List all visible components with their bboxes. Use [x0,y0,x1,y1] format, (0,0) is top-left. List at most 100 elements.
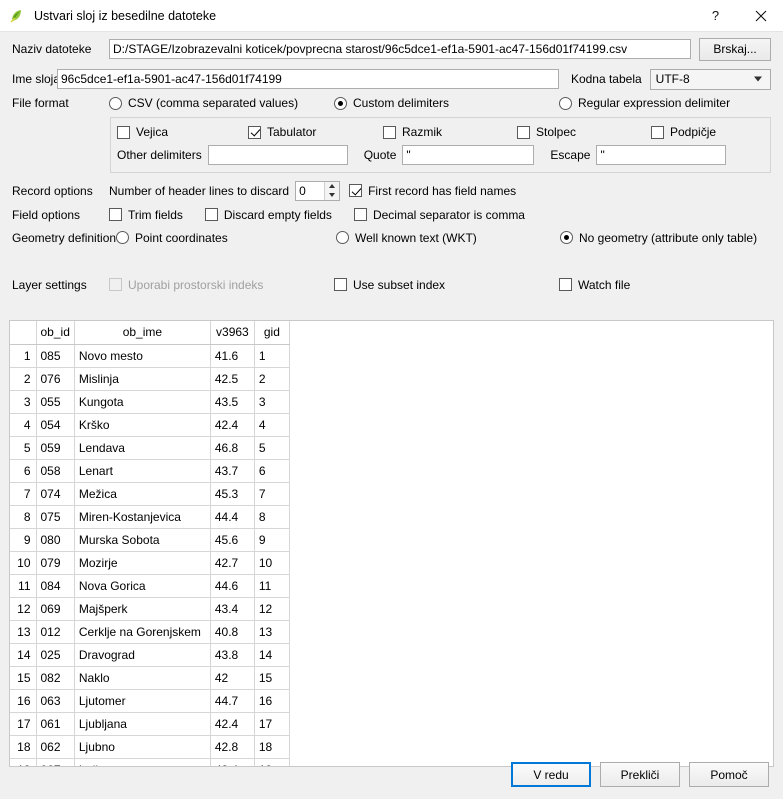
checkbox-comma[interactable]: Vejica [117,125,248,139]
table-header-v3963[interactable]: v3963 [210,321,255,345]
row-number[interactable]: 1 [10,344,37,368]
cell-ob-id[interactable]: 084 [36,574,75,598]
cell-v3963[interactable]: 42.4 [210,413,255,437]
cell-v3963[interactable]: 44.7 [210,689,255,713]
cell-ob-ime[interactable]: Miren-Kostanjevica [74,505,211,529]
cell-gid[interactable]: 15 [254,666,290,690]
checkbox-trim-fields[interactable]: Trim fields [109,208,183,222]
cell-v3963[interactable]: 41.6 [210,344,255,368]
row-number[interactable]: 14 [10,643,37,667]
table-row[interactable]: 1 085 Novo mesto 41.6 1 [10,344,290,368]
cell-ob-ime[interactable]: Krško [74,413,211,437]
cell-gid[interactable]: 18 [254,735,290,759]
cell-gid[interactable]: 12 [254,597,290,621]
cell-ob-id[interactable]: 025 [36,643,75,667]
cell-gid[interactable]: 17 [254,712,290,736]
row-number[interactable]: 10 [10,551,37,575]
row-number[interactable]: 16 [10,689,37,713]
cell-v3963[interactable]: 42.5 [210,367,255,391]
table-row[interactable]: 6 058 Lenart 43.7 6 [10,459,290,483]
cell-ob-ime[interactable]: Ljutomer [74,689,211,713]
cell-ob-id[interactable]: 055 [36,390,75,414]
file-name-input[interactable] [109,39,692,59]
help-button-bottom[interactable]: Pomoč [689,762,769,787]
cell-ob-id[interactable]: 063 [36,689,75,713]
cell-gid[interactable]: 5 [254,436,290,460]
checkbox-decimal-separator-comma[interactable]: Decimal separator is comma [353,208,525,222]
ok-button[interactable]: V redu [511,762,591,787]
cell-v3963[interactable]: 42.8 [210,735,255,759]
radio-custom-delimiters[interactable]: Custom delimiters [334,96,559,110]
cell-ob-ime[interactable]: Lendava [74,436,211,460]
table-row[interactable]: 18 062 Ljubno 42.8 18 [10,735,290,759]
cell-ob-id[interactable]: 058 [36,459,75,483]
table-row[interactable]: 17 061 Ljubljana 42.4 17 [10,712,290,736]
cell-ob-id[interactable]: 061 [36,712,75,736]
cell-v3963[interactable]: 44.6 [210,574,255,598]
cell-ob-id[interactable]: 080 [36,528,75,552]
browse-button[interactable]: Brskaj... [699,37,771,61]
row-number[interactable]: 12 [10,597,37,621]
cell-gid[interactable]: 4 [254,413,290,437]
cell-v3963[interactable]: 46.8 [210,436,255,460]
table-row[interactable]: 12 069 Majšperk 43.4 12 [10,597,290,621]
table-row[interactable]: 11 084 Nova Gorica 44.6 11 [10,574,290,598]
row-number[interactable]: 13 [10,620,37,644]
layer-name-input[interactable] [57,69,559,89]
row-number[interactable]: 7 [10,482,37,506]
cell-v3963[interactable]: 43.4 [210,597,255,621]
cell-ob-ime[interactable]: Lenart [74,459,211,483]
checkbox-watch-file[interactable]: Watch file [559,278,630,292]
radio-wkt[interactable]: Well known text (WKT) [336,231,560,245]
table-row[interactable]: 5 059 Lendava 46.8 5 [10,436,290,460]
radio-point-coordinates[interactable]: Point coordinates [116,231,336,245]
quote-input[interactable] [402,145,535,165]
cell-ob-ime[interactable]: Cerklje na Gorenjskem [74,620,211,644]
checkbox-discard-empty-fields[interactable]: Discard empty fields [204,208,332,222]
cell-ob-id[interactable]: 076 [36,367,75,391]
table-row[interactable]: 13 012 Cerklje na Gorenjskem 40.8 13 [10,620,290,644]
spinner-down-icon[interactable] [325,191,339,200]
table-header-ob-id[interactable]: ob_id [36,321,75,345]
cell-ob-id[interactable]: 062 [36,735,75,759]
cell-ob-id[interactable]: 074 [36,482,75,506]
spinner-up-icon[interactable] [325,182,339,191]
cell-ob-id[interactable]: 054 [36,413,75,437]
cell-ob-id[interactable]: 059 [36,436,75,460]
cell-v3963[interactable]: 43.5 [210,390,255,414]
preview-table-area[interactable]: ob_id ob_ime v3963 gid 1 085 Novo mesto 41.… [9,320,774,767]
cell-ob-id[interactable]: 079 [36,551,75,575]
cell-ob-ime[interactable]: Mozirje [74,551,211,575]
cell-gid[interactable]: 6 [254,459,290,483]
encoding-combo[interactable]: UTF-8 [649,68,771,90]
checkbox-first-record-field-names[interactable]: First record has field names [349,184,516,198]
cell-ob-ime[interactable]: Novo mesto [74,344,211,368]
cell-ob-id[interactable]: 085 [36,344,75,368]
cell-v3963[interactable]: 43.8 [210,643,255,667]
cell-gid[interactable]: 13 [254,620,290,644]
table-row[interactable]: 10 079 Mozirje 42.7 10 [10,551,290,575]
header-lines-spinner-buttons[interactable] [324,181,340,200]
cell-gid[interactable]: 3 [254,390,290,414]
row-number[interactable]: 8 [10,505,37,529]
radio-regex-delimiter[interactable]: Regular expression delimiter [559,96,730,110]
cell-v3963[interactable]: 42.4 [210,712,255,736]
table-row[interactable]: 3 055 Kungota 43.5 3 [10,390,290,414]
table-row[interactable]: 8 075 Miren-Kostanjevica 44.4 8 [10,505,290,529]
cell-ob-ime[interactable]: Mežica [74,482,211,506]
cell-ob-ime[interactable]: Murska Sobota [74,528,211,552]
help-button[interactable]: ? [693,0,738,31]
cell-gid[interactable]: 10 [254,551,290,575]
cell-v3963[interactable]: 42.7 [210,551,255,575]
other-delimiters-input[interactable] [207,145,348,165]
table-row[interactable]: 15 082 Naklo 42 15 [10,666,290,690]
table-header-gid[interactable]: gid [254,321,290,345]
table-header-ob-ime[interactable]: ob_ime [74,321,211,345]
checkbox-colon[interactable]: Stolpec [517,125,651,139]
table-row[interactable]: 16 063 Ljutomer 44.7 16 [10,689,290,713]
radio-no-geometry[interactable]: No geometry (attribute only table) [560,231,757,245]
cell-gid[interactable]: 8 [254,505,290,529]
header-lines-spinner[interactable] [295,180,341,201]
cell-ob-id[interactable]: 082 [36,666,75,690]
header-lines-input[interactable] [296,181,325,200]
